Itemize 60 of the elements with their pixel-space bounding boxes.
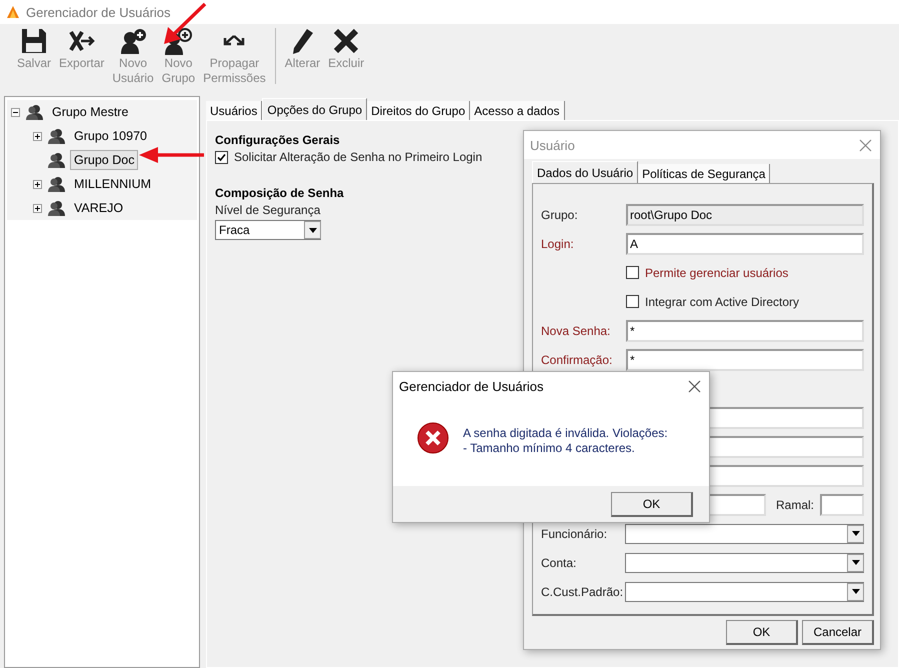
app-logo-icon <box>6 5 20 19</box>
field-label: Nova Senha: <box>541 324 610 338</box>
checkbox-label: Solicitar Alteração de Senha no Primeiro Login <box>234 150 482 164</box>
dropdown[interactable] <box>625 552 864 572</box>
expand-icon[interactable] <box>33 132 42 140</box>
field-label: Grupo: <box>541 208 578 222</box>
field-label: Funcionário: <box>541 526 608 540</box>
tab[interactable]: Direitos do Grupo <box>367 101 470 120</box>
checkbox-label: Permite gerenciar usuários <box>645 266 788 280</box>
field-label: Conta: <box>541 556 576 570</box>
checkbox[interactable] <box>626 266 639 279</box>
users-icon <box>47 176 65 192</box>
close-icon[interactable] <box>688 380 701 392</box>
add-user-icon <box>118 26 148 56</box>
text-field[interactable]: * <box>626 348 864 370</box>
tab[interactable]: Acesso a dados <box>470 101 565 120</box>
checkbox-label: Integrar com Active Directory <box>645 294 800 308</box>
dialog-title: Gerenciador de Usuários <box>399 378 544 394</box>
dropdown[interactable] <box>625 524 864 544</box>
checkbox[interactable] <box>626 295 639 308</box>
text-field[interactable]: * <box>626 320 864 342</box>
ok-button[interactable]: OK <box>611 492 693 516</box>
collapse-icon[interactable] <box>11 108 20 116</box>
dialog-button[interactable]: Cancelar <box>802 620 874 645</box>
message-text: - Tamanho mínimo 4 caracteres. <box>463 441 636 456</box>
text-field[interactable]: root\Grupo Doc <box>626 204 864 226</box>
section-heading: Composição de Senha <box>215 186 344 200</box>
users-icon <box>25 104 43 120</box>
tab[interactable]: Opções do Grupo <box>262 98 368 120</box>
field-label: Confirmação: <box>541 352 612 366</box>
dropdown[interactable]: Fraca <box>215 220 321 240</box>
tab[interactable]: Dados do Usuário <box>532 161 638 183</box>
caret-icon <box>852 531 860 536</box>
dialog-title: Usuário <box>530 138 575 152</box>
tab[interactable]: Usuários <box>206 101 262 120</box>
message-text: A senha digitada é inválida. Violações: <box>463 426 668 441</box>
field-label: C.Cust.Padrão: <box>541 584 624 598</box>
text-field[interactable]: A <box>626 232 864 254</box>
field-label: Nível de Segurança <box>215 203 320 217</box>
field-label: Ramal: <box>776 498 814 512</box>
dropdown[interactable] <box>625 582 864 602</box>
caret-icon <box>852 560 860 565</box>
checkbox[interactable] <box>215 150 228 164</box>
tree-item[interactable]: Grupo Doc <box>70 150 138 170</box>
caret-icon <box>308 228 316 232</box>
annotation-arrow <box>138 146 204 164</box>
dialog-button[interactable]: OK <box>726 620 798 645</box>
close-icon[interactable] <box>859 138 872 152</box>
users-icon <box>47 200 65 216</box>
text-field[interactable] <box>820 494 864 516</box>
expand-icon[interactable] <box>33 204 42 212</box>
caret-icon <box>852 589 860 594</box>
users-icon <box>47 152 65 168</box>
expand-icon[interactable] <box>33 180 42 188</box>
error-icon <box>417 422 449 454</box>
tab[interactable]: Políticas de Segurança <box>638 164 770 183</box>
users-icon <box>47 128 65 144</box>
field-label: Login: <box>541 236 574 250</box>
section-heading: Configurações Gerais <box>215 133 340 147</box>
window-title: Gerenciador de Usuários <box>26 4 171 20</box>
